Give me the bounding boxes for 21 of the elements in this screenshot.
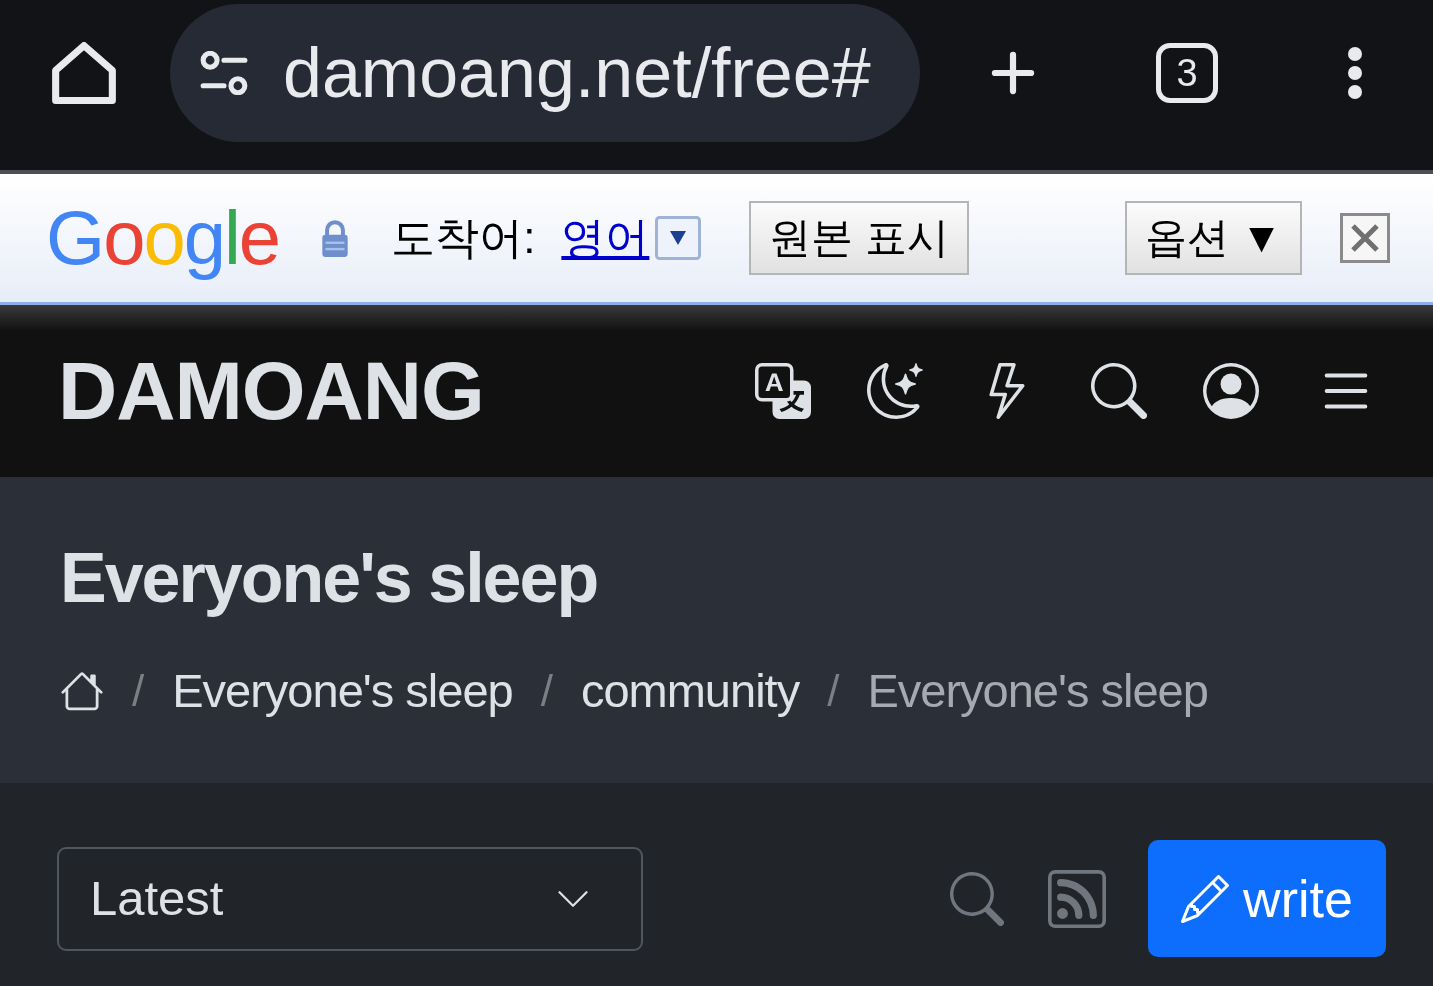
rss-icon[interactable]: [1048, 869, 1106, 928]
target-language-label: 도착어:: [391, 216, 536, 260]
search-icon[interactable]: [1091, 363, 1147, 419]
sort-select[interactable]: Latest: [57, 846, 643, 951]
user-icon[interactable]: [1203, 363, 1259, 419]
language-link[interactable]: 영어: [561, 216, 650, 260]
tab-switcher-button[interactable]: 3: [1156, 43, 1218, 103]
more-options-icon[interactable]: [1347, 46, 1363, 100]
breadcrumb-separator: /: [132, 668, 145, 713]
address-bar[interactable]: damoang.net/free#: [170, 4, 920, 142]
options-button[interactable]: 옵션 ▼: [1125, 201, 1303, 275]
close-icon[interactable]: [1340, 213, 1391, 263]
write-button[interactable]: write: [1148, 840, 1386, 957]
breadcrumb-separator: /: [827, 668, 840, 713]
show-original-button[interactable]: 원본 표시: [749, 201, 970, 275]
pencil-icon: [1181, 874, 1230, 923]
site-logo[interactable]: DAMOANG: [58, 350, 484, 432]
moon-stars-icon[interactable]: [867, 363, 923, 419]
home-icon[interactable]: [52, 42, 116, 104]
translate-icon[interactable]: [755, 363, 811, 419]
breadcrumb-separator: /: [540, 668, 553, 713]
